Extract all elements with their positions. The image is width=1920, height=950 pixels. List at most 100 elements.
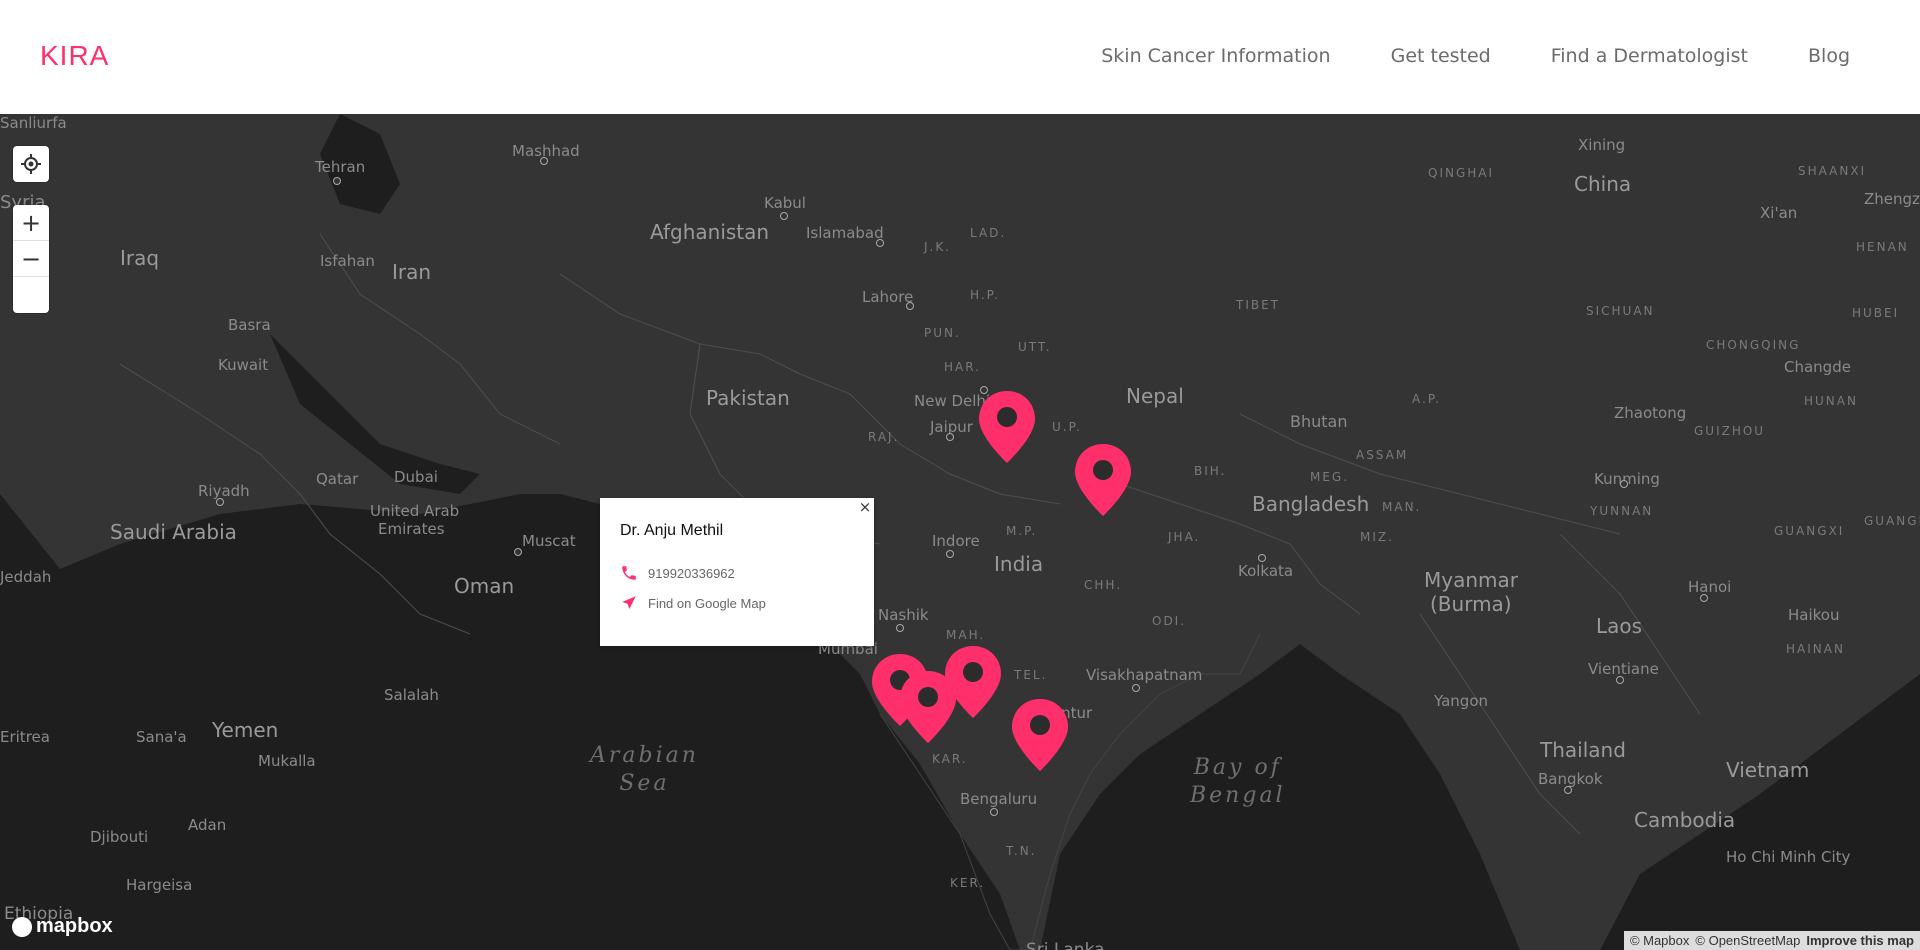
location-marker[interactable]: [975, 389, 1039, 465]
map-label-xining: Xining: [1578, 136, 1626, 154]
city-dot: [1132, 684, 1140, 692]
city-dot: [1620, 480, 1628, 488]
map-label-cambodia: Cambodia: [1634, 808, 1736, 832]
map-label-saudi-arabia: Saudi Arabia: [110, 520, 237, 544]
popup-close-button[interactable]: ×: [858, 498, 872, 516]
nav-blog[interactable]: Blog: [1808, 45, 1850, 67]
city-dot: [990, 808, 998, 816]
map-label-shaanxi: SHAANXI: [1798, 164, 1867, 178]
map-label-islamabad: Islamabad: [806, 224, 884, 242]
map-label-sanliurfa: Sanliurfa: [0, 114, 67, 132]
map-label-chongqing: CHONGQING: [1706, 338, 1801, 352]
map-label-sri-lanka: Sri Lanka: [1026, 940, 1105, 950]
map-label-tel: TEL.: [1014, 668, 1048, 682]
city-dot: [946, 550, 954, 558]
map-label-assam: ASSAM: [1356, 448, 1409, 462]
nav-get-tested[interactable]: Get tested: [1391, 45, 1491, 67]
map-label-kabul: Kabul: [764, 194, 806, 212]
map-label-miz: MIZ.: [1360, 530, 1394, 544]
phone-icon: [622, 566, 636, 580]
city-dot: [333, 177, 341, 185]
city-dot: [946, 433, 954, 441]
map-label-sichuan: SICHUAN: [1586, 304, 1655, 318]
map-label-hunan: HUNAN: [1804, 394, 1858, 408]
map-label-mah: MAH.: [946, 628, 986, 642]
city-dot: [780, 212, 788, 220]
map-label-up: U.P.: [1052, 420, 1082, 434]
city-dot: [1700, 594, 1708, 602]
location-marker[interactable]: [1008, 697, 1072, 773]
map-label-afghanistan: Afghanistan: [650, 220, 770, 244]
geolocate-button[interactable]: [13, 146, 49, 182]
map-label-odi: ODI.: [1152, 614, 1187, 628]
improve-map-link[interactable]: Improve this map: [1806, 933, 1914, 948]
map-label-tehran: Tehran: [315, 158, 366, 176]
city-dot: [540, 157, 548, 165]
map-label-tibet: TIBET: [1236, 298, 1281, 312]
main-nav: Skin Cancer Information Get tested Find …: [1101, 45, 1850, 67]
map-label-thailand: Thailand: [1540, 738, 1626, 762]
map-label-utt: UTT.: [1018, 340, 1052, 354]
zoom-in-button[interactable]: +: [13, 205, 49, 241]
map-label-kuwait: Kuwait: [218, 356, 269, 374]
map-label-meg: MEG.: [1310, 470, 1350, 484]
doctor-phone-row[interactable]: 919920336962: [620, 564, 735, 582]
attrib-osm[interactable]: © OpenStreetMap: [1695, 933, 1800, 948]
map-label-dubai: Dubai: [394, 468, 438, 486]
nav-find-dermatologist[interactable]: Find a Dermatologist: [1551, 45, 1748, 67]
compass-button[interactable]: [13, 277, 49, 313]
map-label-pun: PUN.: [924, 326, 961, 340]
map-label-uae-2: Emirates: [378, 520, 445, 538]
doctor-name: Dr. Anju Methil: [620, 522, 724, 539]
map-label-guizhou: GUIZHOU: [1694, 424, 1766, 438]
map-label-arabian-sea: Arabian Sea: [590, 743, 699, 796]
map-label-hanoi: Hanoi: [1688, 578, 1732, 596]
map-label-yangon: Yangon: [1434, 692, 1489, 710]
map-label-visakhapatnam: Visakhapatnam: [1086, 666, 1203, 684]
city-dot: [896, 624, 904, 632]
city-dot: [876, 239, 884, 247]
nav-skin-cancer-info[interactable]: Skin Cancer Information: [1101, 45, 1330, 67]
map-label-jk: J.K.: [924, 240, 952, 254]
mapbox-logo-icon: [12, 916, 32, 937]
google-map-link-label: Find on Google Map: [648, 595, 766, 611]
map-label-salalah: Salalah: [384, 686, 439, 704]
location-marker[interactable]: [941, 644, 1005, 720]
city-dot: [906, 302, 914, 310]
map-label-kolkata: Kolkata: [1238, 562, 1294, 580]
zoom-out-button[interactable]: −: [13, 241, 49, 277]
map-label-hargeisa: Hargeisa: [126, 876, 193, 894]
location-marker[interactable]: [1071, 442, 1135, 518]
map-label-jeddah: Jeddah: [0, 568, 52, 586]
map-label-jha: JHA.: [1168, 530, 1201, 544]
map-label-qatar: Qatar: [316, 470, 359, 488]
city-dot: [514, 548, 522, 556]
navigation-arrow-icon: [622, 596, 636, 609]
map-label-bih: BIH.: [1194, 464, 1227, 478]
map-label-guangxi: GUANGXI: [1774, 524, 1845, 538]
map-label-india: India: [994, 552, 1044, 576]
map-label-china: China: [1574, 172, 1632, 196]
kira-logo[interactable]: KIRA: [40, 40, 109, 72]
doctor-popup: × Dr. Anju Methil 919920336962 Find on G…: [600, 498, 874, 646]
map-attribution: © Mapbox © OpenStreetMap Improve this ma…: [1623, 931, 1920, 950]
map-label-zhaotong: Zhaotong: [1614, 404, 1687, 422]
map-label-bangkok: Bangkok: [1538, 770, 1603, 788]
doctor-phone: 919920336962: [648, 565, 735, 581]
map-label-bay-of-bengal: Bay of Bengal: [1190, 755, 1286, 808]
map-label-kar: KAR.: [932, 752, 968, 766]
zoom-control: + −: [13, 205, 49, 313]
mapbox-logo[interactable]: mapbox: [12, 915, 113, 938]
map-label-yemen: Yemen: [212, 718, 279, 742]
map-label-vientiane: Vientiane: [1588, 660, 1659, 678]
map-label-bangladesh: Bangladesh: [1252, 492, 1370, 516]
map-label-oman: Oman: [454, 574, 515, 598]
google-map-link[interactable]: Find on Google Map: [620, 594, 766, 612]
map-canvas[interactable]: Sanliurfa Syria Tehran Mashhad Afghanist…: [0, 114, 1920, 950]
map-label-changde: Changde: [1784, 358, 1851, 376]
attrib-mapbox[interactable]: © Mapbox: [1630, 933, 1689, 948]
map-label-mukalla: Mukalla: [258, 752, 316, 770]
map-label-bhutan: Bhutan: [1290, 412, 1348, 431]
map-label-henan: HENAN: [1856, 240, 1909, 254]
map-label-myanmar: Myanmar: [1424, 568, 1518, 592]
